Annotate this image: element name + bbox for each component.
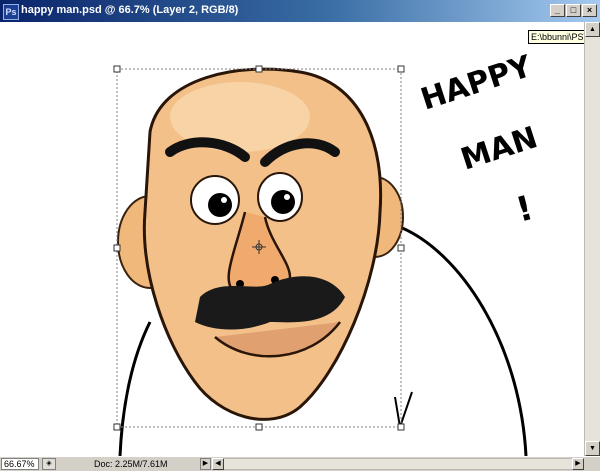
window-title: happy man.psd @ 66.7% (Layer 2, RGB/8) — [21, 4, 239, 16]
transform-handle-tm — [255, 65, 263, 73]
left-pupil — [208, 193, 232, 217]
scroll-down-icon[interactable]: ▼ — [585, 441, 600, 456]
transform-handle-br — [397, 423, 405, 431]
body-outline-right — [399, 225, 528, 456]
transform-handle-ml — [113, 244, 121, 252]
vertical-scrollbar[interactable]: ▲ ▼ — [584, 22, 600, 456]
man-text: MAN — [457, 120, 542, 177]
happy-text: HAPPY — [417, 49, 537, 118]
photoshop-icon[interactable]: Ps — [3, 4, 19, 20]
transform-handle-bl — [113, 423, 121, 431]
body-outline-left — [118, 321, 152, 456]
status-preview-icon[interactable]: ◈ — [42, 458, 56, 470]
exclaim-text: ! — [512, 188, 537, 231]
transform-handle-tl — [113, 65, 121, 73]
document-window: Ps happy man.psd @ 66.7% (Layer 2, RGB/8… — [0, 0, 600, 471]
zoom-level-input[interactable]: 66.67% — [1, 458, 39, 470]
right-pupil — [271, 190, 295, 214]
scroll-up-icon[interactable]: ▲ — [585, 22, 600, 37]
transform-handle-tr — [397, 65, 405, 73]
scroll-right-icon[interactable]: ▶ — [572, 458, 584, 470]
collar-stroke — [394, 391, 413, 428]
caricature-artwork: HAPPY MAN ! — [113, 49, 542, 456]
scroll-left-icon[interactable]: ◀ — [212, 458, 224, 470]
transform-handle-bm — [255, 423, 263, 431]
minimize-button[interactable]: _ — [550, 4, 565, 17]
document-size-info: Doc: 2.25M/7.61M — [94, 459, 168, 469]
transform-handle-mr — [397, 244, 405, 252]
left-eye-glint — [221, 197, 227, 203]
close-button[interactable]: × — [582, 4, 597, 17]
document-canvas[interactable]: HAPPY MAN ! — [0, 22, 584, 456]
right-eye-glint — [284, 194, 290, 200]
title-bar[interactable]: Ps happy man.psd @ 66.7% (Layer 2, RGB/8… — [0, 0, 600, 22]
horizontal-scrollbar[interactable]: ◀ ▶ — [212, 458, 584, 470]
status-bar: 66.67% ◈ Doc: 2.25M/7.61M ▶ ◀ ▶ — [0, 456, 600, 471]
maximize-button[interactable]: □ — [566, 4, 581, 17]
triangle-right-icon[interactable]: ▶ — [200, 458, 211, 470]
